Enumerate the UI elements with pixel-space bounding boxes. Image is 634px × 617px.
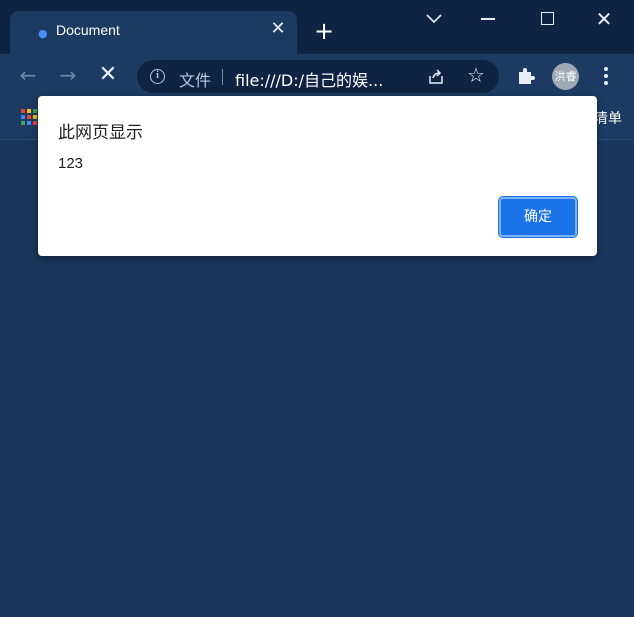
star-icon[interactable]: ☆	[466, 65, 486, 85]
address-bar[interactable]: i 文件 file:///D:/自己的娱... ☆	[137, 60, 499, 93]
info-icon[interactable]: i	[150, 69, 165, 84]
close-icon[interactable]: ✕	[268, 19, 288, 39]
apps-dot	[27, 121, 31, 125]
plus-icon[interactable]: +	[313, 19, 335, 43]
maximize-icon[interactable]	[541, 12, 554, 25]
apps-dot	[21, 115, 25, 119]
arrow-left-icon[interactable]: ←	[17, 64, 39, 86]
apps-dot	[21, 121, 25, 125]
omnibox-divider	[222, 69, 223, 85]
minimize-icon[interactable]	[481, 18, 495, 20]
apps-dot	[21, 109, 25, 113]
apps-dot	[27, 115, 31, 119]
apps-grid-icon[interactable]	[21, 109, 37, 125]
file-scheme-label: 文件	[179, 71, 212, 90]
avatar[interactable]: 洪睿	[552, 63, 579, 90]
alert-dialog: 此网页显示 123 确定	[38, 96, 597, 256]
arrow-right-icon[interactable]: →	[57, 64, 79, 86]
apps-dot	[33, 109, 37, 113]
dialog-title: 此网页显示	[58, 123, 143, 143]
apps-dot	[33, 115, 37, 119]
apps-dot	[27, 109, 31, 113]
apps-dot	[33, 121, 37, 125]
share-icon[interactable]	[427, 68, 445, 86]
dialog-message: 123	[58, 155, 84, 172]
reading-list-label[interactable]: 清单	[594, 108, 622, 128]
tab-title: Document	[56, 22, 120, 38]
loading-dot-icon: ●	[38, 27, 48, 40]
tab-document[interactable]: ● Document ✕	[10, 11, 297, 54]
window-close-icon[interactable]: ✕	[594, 9, 614, 29]
window-titlebar: ● Document ✕ + ✕	[0, 0, 634, 54]
browser-toolbar: ← → ✕ i 文件 file:///D:/自己的娱... ☆ 洪睿	[0, 54, 634, 98]
puzzle-icon[interactable]	[516, 66, 536, 86]
ok-button[interactable]: 确定	[499, 197, 577, 237]
chevron-down-icon[interactable]	[424, 11, 444, 27]
stop-loading-icon[interactable]: ✕	[97, 64, 119, 86]
url-text[interactable]: file:///D:/自己的娱...	[235, 67, 383, 91]
kebab-menu-icon[interactable]	[603, 66, 609, 86]
